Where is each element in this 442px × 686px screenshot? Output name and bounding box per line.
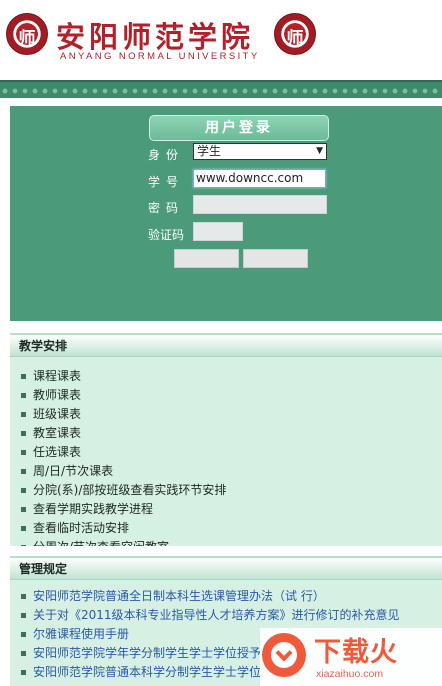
- reset-button[interactable]: [243, 249, 308, 268]
- teaching-link[interactable]: 分院(系)/部按班级查看实践环节安排: [20, 481, 442, 500]
- teaching-link[interactable]: 查看学期实践教学进程: [20, 500, 442, 519]
- seal-glyph: 师: [286, 29, 304, 49]
- teaching-list: 课程课表 教师课表 班级课表 教室课表 任选课表 周/日/节次课表 分院(系)/…: [10, 357, 442, 546]
- identity-select[interactable]: 学生 ▼: [193, 143, 327, 160]
- rules-link[interactable]: 安阳师范学院普通全日制本科生选课管理办法（试 行）: [20, 587, 442, 606]
- decorative-band: [0, 80, 442, 98]
- university-name-en: ANYANG NORMAL UNIVERSITY: [60, 51, 260, 62]
- student-id-input[interactable]: www.downcc.com: [193, 169, 326, 188]
- teaching-link[interactable]: 教室课表: [20, 424, 442, 443]
- rules-link[interactable]: 关于对《2011级本科专业指导性人才培养方案》进行修订的补充意见: [20, 606, 442, 625]
- seal-glyph: 师: [18, 29, 36, 49]
- teaching-link[interactable]: 周/日/节次课表: [20, 462, 442, 481]
- teaching-link[interactable]: 班级课表: [20, 405, 442, 424]
- watermark-en: xiazaihuo.com: [316, 668, 384, 680]
- watermark-logo: 下载火 xiazaihuo.com: [260, 628, 442, 686]
- university-seal-icon: 师: [274, 13, 316, 55]
- student-id-label: 学号: [148, 175, 185, 189]
- password-input[interactable]: [193, 195, 327, 214]
- teaching-link[interactable]: 课程课表: [20, 367, 442, 386]
- teaching-link[interactable]: 查看临时活动安排: [20, 519, 442, 538]
- teaching-section-title: 教学安排: [10, 333, 442, 357]
- download-icon: [262, 633, 306, 677]
- teaching-section: 教学安排 课程课表 教师课表 班级课表 教室课表 任选课表 周/日/节次课表 分…: [10, 333, 442, 546]
- dropdown-arrow-icon: ▼: [316, 146, 323, 156]
- band-dots-pattern: [0, 86, 442, 96]
- university-seal-icon: 师: [6, 13, 48, 55]
- login-title: 用户登录: [149, 115, 329, 141]
- identity-select-value: 学生: [197, 144, 222, 158]
- identity-label: 身份: [148, 148, 185, 162]
- login-button[interactable]: [174, 249, 239, 268]
- teaching-link[interactable]: 任选课表: [20, 443, 442, 462]
- captcha-input[interactable]: [193, 222, 243, 241]
- watermark-cn: 下载火: [314, 637, 398, 668]
- password-label: 密码: [148, 201, 185, 215]
- captcha-label: 验证码: [148, 228, 185, 242]
- teaching-link[interactable]: 分周次/节次查看空闲教室: [20, 538, 442, 546]
- site-header: 师 安阳师范学院 ANYANG NORMAL UNIVERSITY 师: [0, 0, 442, 78]
- university-name-cn: 安阳师范学院: [56, 20, 255, 54]
- teaching-link[interactable]: 教师课表: [20, 386, 442, 405]
- login-panel: 用户登录 身份 学生 ▼ 学号 www.downcc.com 密码 验证码: [10, 106, 442, 321]
- rules-section-title: 管理规定: [10, 556, 442, 580]
